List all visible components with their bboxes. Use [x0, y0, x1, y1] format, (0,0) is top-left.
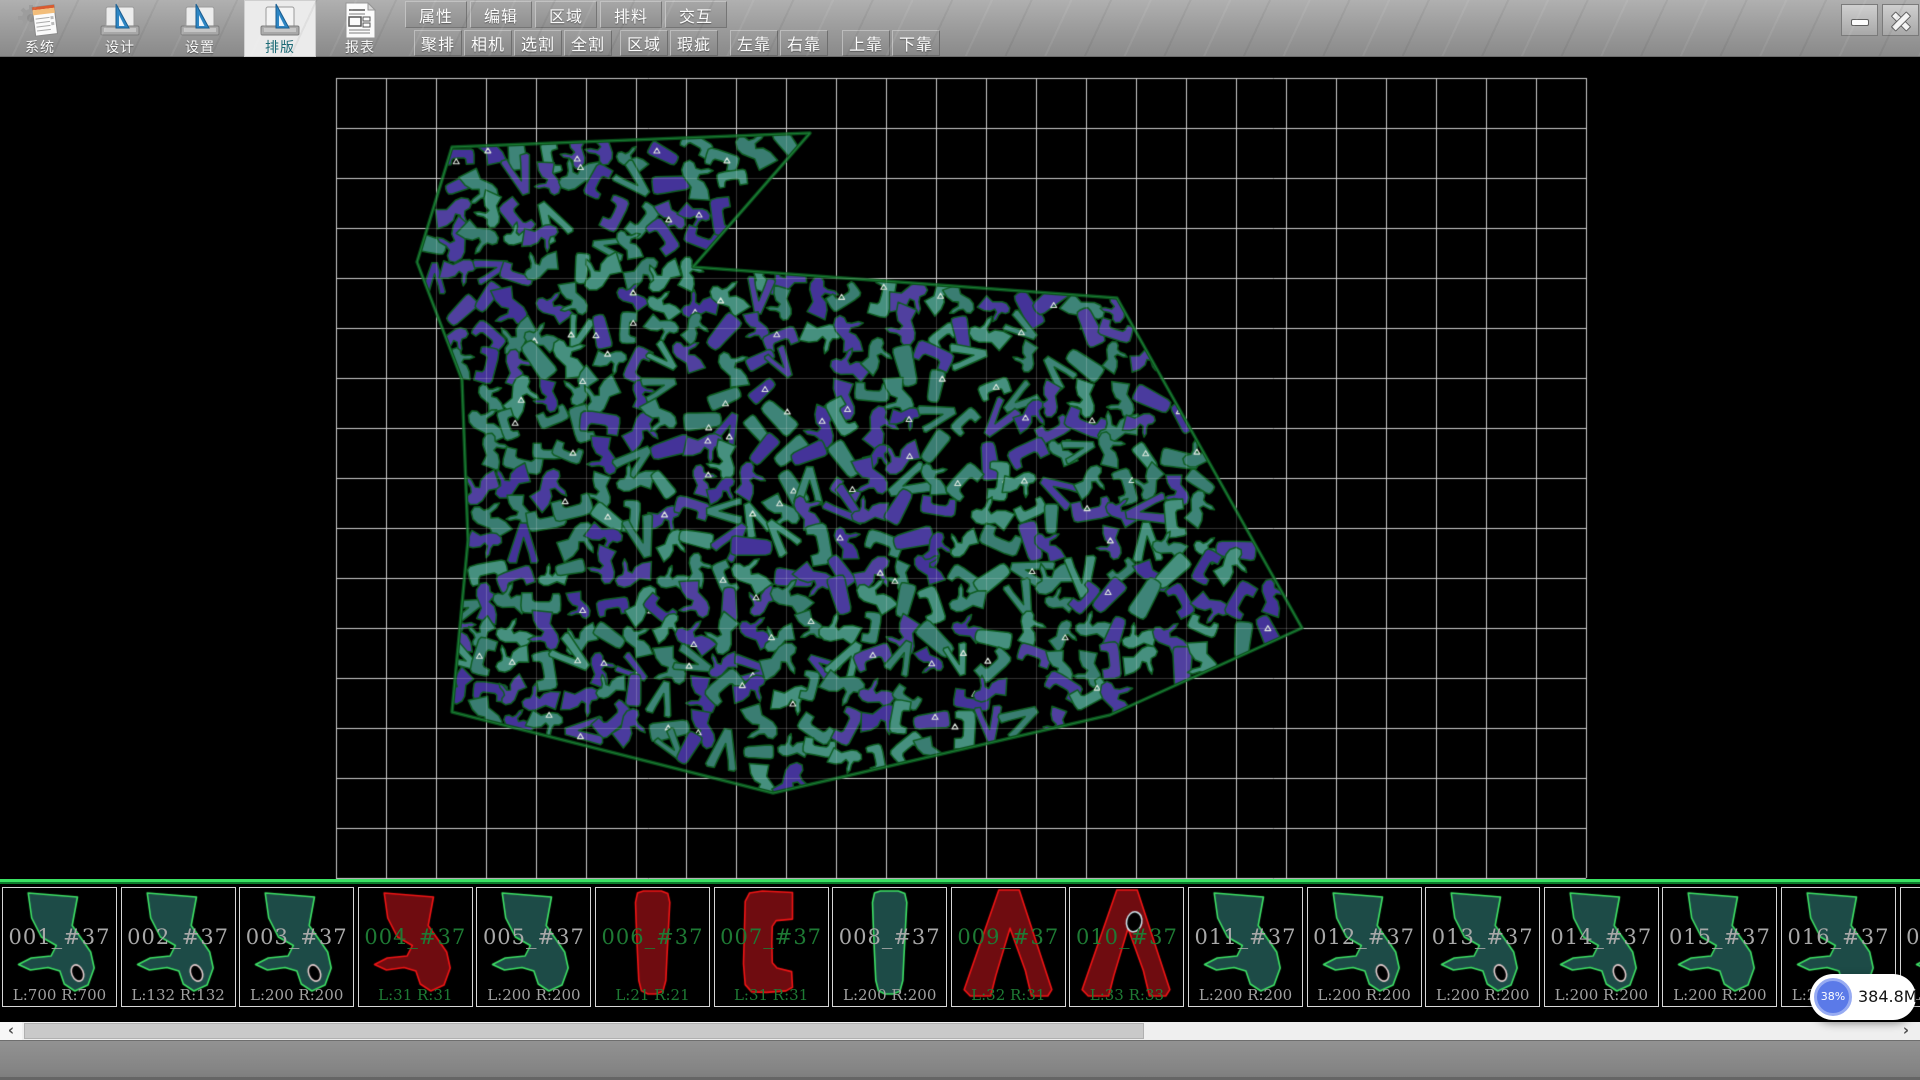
piece-preview-canvas [1308, 888, 1421, 1004]
thumbnail-cell-012_#37[interactable]: 012_#37 L:200 R:200 [1307, 887, 1422, 1007]
thumbnail-cell-004_#37[interactable]: 004_#37 L:31 R:31 [358, 887, 473, 1007]
piece-preview-canvas [3, 888, 116, 1004]
piece-preview-canvas [715, 888, 828, 1004]
chevron-right-icon[interactable]: › [1892, 1022, 1920, 1040]
toolbar: 系统 设计 [0, 0, 1920, 57]
gear-notebook-icon [18, 2, 62, 39]
piece-preview-canvas [952, 888, 1065, 1004]
piece-preview-canvas [477, 888, 590, 1004]
window-controls [1841, 4, 1919, 36]
minimize-icon [1851, 19, 1869, 26]
tab-report-label: 报表 [324, 37, 396, 57]
tool-camera[interactable]: 相机 [464, 30, 512, 56]
thumbnail-cell-011_#37[interactable]: 011_#37 L:200 R:200 [1188, 887, 1303, 1007]
menu-region[interactable]: 区域 [535, 1, 597, 28]
thumbnail-cell-009_#37[interactable]: 009_#37 L:32 R:31 [951, 887, 1066, 1007]
tab-settings-label: 设置 [164, 37, 236, 57]
tab-design[interactable]: 设计 [84, 0, 156, 57]
strip-scrollbar[interactable]: ‹ › [0, 1022, 1920, 1040]
close-button[interactable] [1882, 4, 1919, 36]
piece-thumbnail-strip: 001_#37 L:700 R:700 002_#37 L:132 R:132 … [0, 884, 1920, 1010]
set-square-icon [258, 2, 302, 39]
menu-nesting[interactable]: 排料 [600, 1, 662, 28]
piece-preview-canvas [1545, 888, 1658, 1004]
memory-usage-badge: 38% 384.8M [1810, 974, 1916, 1020]
piece-preview-canvas [596, 888, 709, 1004]
piece-preview-canvas [1426, 888, 1539, 1004]
ribbon-tabs: 系统 设计 [4, 0, 396, 57]
menu-row: 属性 编辑 区域 排料 交互 [405, 1, 727, 28]
tab-system[interactable]: 系统 [4, 0, 76, 57]
piece-preview-canvas [1663, 888, 1776, 1004]
piece-preview-canvas [1189, 888, 1302, 1004]
strip-gap [0, 1010, 1920, 1022]
thumbnail-cell-007_#37[interactable]: 007_#37 L:31 R:31 [714, 887, 829, 1007]
piece-preview-canvas [359, 888, 472, 1004]
menu-properties[interactable]: 属性 [405, 1, 467, 28]
tool-defect[interactable]: 瑕疵 [670, 30, 718, 56]
tab-nesting-label: 排版 [244, 37, 316, 57]
thumbnail-cell-001_#37[interactable]: 001_#37 L:700 R:700 [2, 887, 117, 1007]
status-bar [0, 1040, 1920, 1080]
tab-nesting[interactable]: 排版 [244, 0, 316, 57]
thumbnail-cell-003_#37[interactable]: 003_#37 L:200 R:200 [239, 887, 354, 1007]
thumbnail-cell-015_#37[interactable]: 015_#37 L:200 R:200 [1662, 887, 1777, 1007]
piece-preview-canvas [1070, 888, 1183, 1004]
scrollbar-thumb[interactable] [24, 1023, 1144, 1039]
thumbnail-cell-008_#37[interactable]: 008_#37 L:200 R:200 [832, 887, 947, 1007]
thumbnail-cell-006_#37[interactable]: 006_#37 L:21 R:21 [595, 887, 710, 1007]
tool-cut-all[interactable]: 全割 [564, 30, 612, 56]
memory-size-text: 384.8M [1858, 974, 1918, 1020]
thumbnail-cell-005_#37[interactable]: 005_#37 L:200 R:200 [476, 887, 591, 1007]
tab-settings[interactable]: 设置 [164, 0, 236, 57]
tab-system-label: 系统 [4, 37, 76, 57]
tab-report[interactable]: 报表 [324, 0, 396, 57]
tool-align-left[interactable]: 左靠 [730, 30, 778, 56]
piece-preview-canvas [240, 888, 353, 1004]
tool-cluster-nest[interactable]: 聚排 [414, 30, 462, 56]
thumbnail-cell-002_#37[interactable]: 002_#37 L:132 R:132 [121, 887, 236, 1007]
tool-select-cut[interactable]: 选割 [514, 30, 562, 56]
menu-interact[interactable]: 交互 [665, 1, 727, 28]
set-square-icon [178, 2, 222, 39]
tool-align-bottom[interactable]: 下靠 [892, 30, 940, 56]
chevron-left-icon[interactable]: ‹ [0, 1022, 22, 1040]
tab-design-label: 设计 [84, 37, 156, 57]
progress-percent-badge: 38% [1814, 978, 1852, 1016]
piece-preview-canvas [833, 888, 946, 1004]
minimize-button[interactable] [1841, 4, 1878, 36]
tool-align-right[interactable]: 右靠 [780, 30, 828, 56]
thumbnail-cell-014_#37[interactable]: 014_#37 L:200 R:200 [1544, 887, 1659, 1007]
tool-row: 聚排 相机 选割 全割 区域 瑕疵 左靠 右靠 上靠 下靠 [414, 30, 940, 56]
tool-region[interactable]: 区域 [620, 30, 668, 56]
piece-preview-canvas [122, 888, 235, 1004]
thumbnail-cell-010_#37[interactable]: 010_#37 L:33 R:33 [1069, 887, 1184, 1007]
menu-edit[interactable]: 编辑 [470, 1, 532, 28]
nesting-canvas[interactable] [0, 57, 1920, 879]
set-square-icon [98, 2, 142, 39]
tool-align-top[interactable]: 上靠 [842, 30, 890, 56]
thumbnail-cell-013_#37[interactable]: 013_#37 L:200 R:200 [1425, 887, 1540, 1007]
report-document-icon [338, 2, 382, 39]
